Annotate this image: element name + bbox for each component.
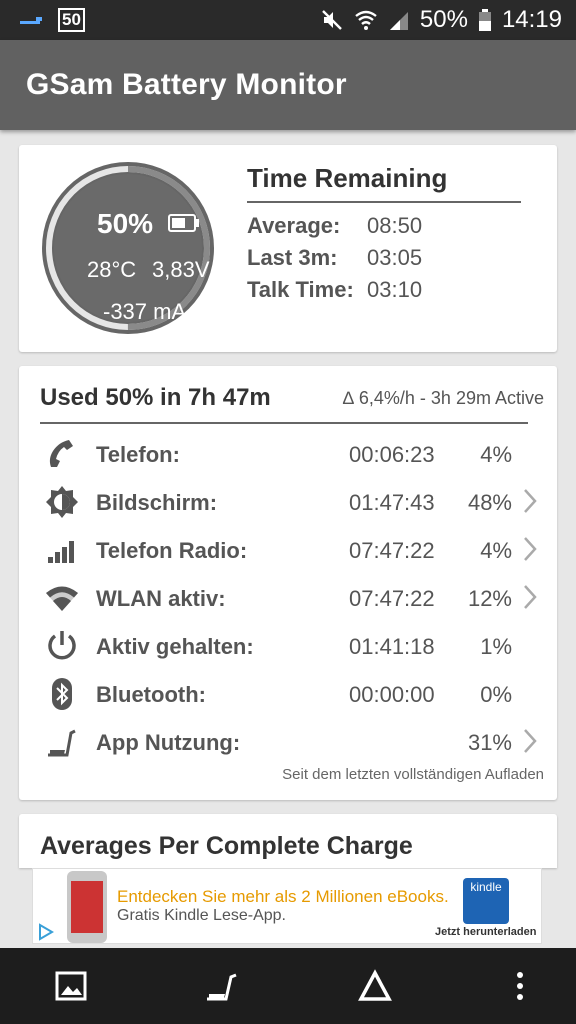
battery-percent: 50%: [97, 208, 154, 239]
averages-card[interactable]: Averages Per Complete Charge: [19, 814, 557, 868]
app-title: GSam Battery Monitor: [26, 68, 347, 101]
usage-label: Bluetooth:: [96, 682, 206, 707]
time-remaining-label: Last 3m:: [247, 245, 338, 270]
usage-row-bluetooth[interactable]: Bluetooth: 00:00:00 0%: [19, 669, 557, 717]
more-vertical-icon[interactable]: [502, 968, 538, 1004]
battery-icon: [168, 214, 200, 237]
usage-percent: 48%: [467, 490, 512, 515]
app-usage-icon: [45, 725, 79, 759]
phone-icon: [45, 437, 79, 471]
battery-summary-card[interactable]: 50% 28°C 3,83V -337 mA Time Remaining Av…: [19, 145, 557, 352]
usage-card: Used 50% in 7h 47m ∆ 6,4%/h - 3h 29m Act…: [19, 366, 557, 800]
ad-info-icon[interactable]: [37, 923, 55, 946]
ad-subline: Gratis Kindle Lese-App.: [117, 907, 286, 924]
wifi-icon: [45, 581, 79, 615]
usage-percent: 4%: [480, 538, 512, 563]
battery-status-icon: [478, 8, 492, 32]
mute-icon: [320, 8, 344, 32]
notification-badge: 50: [58, 8, 85, 32]
time-remaining-value: 03:05: [367, 245, 423, 270]
chevron-right-icon[interactable]: [521, 535, 539, 568]
app-usage-icon[interactable]: [204, 968, 240, 1004]
time-remaining-value: 08:50: [367, 213, 423, 238]
chevron-right-icon[interactable]: [521, 727, 539, 760]
divider: [247, 201, 521, 203]
delta-icon[interactable]: [357, 968, 393, 1004]
usage-time: 07:47:22: [349, 538, 435, 563]
usage-time: 01:41:18: [349, 634, 435, 659]
averages-title: Averages Per Complete Charge: [40, 832, 413, 860]
time-remaining-label: Talk Time:: [247, 277, 354, 302]
usage-footnote: Seit dem letzten vollständigen Aufladen: [282, 766, 544, 783]
time-remaining-title: Time Remaining: [247, 163, 448, 193]
time-remaining-value: 03:10: [367, 277, 423, 302]
divider: [40, 422, 528, 424]
usage-label: WLAN aktiv:: [96, 586, 226, 611]
usage-row-telefon-radio[interactable]: Telefon Radio: 07:47:22 4%: [19, 525, 557, 573]
time-remaining-label: Average:: [247, 213, 341, 238]
usage-label: Telefon:: [96, 442, 180, 467]
ad-brand: kindle: [470, 880, 502, 894]
usage-time: 00:06:23: [349, 442, 435, 467]
power-icon: [45, 629, 79, 663]
kindle-logo-icon: kindle: [463, 878, 509, 924]
ad-phone-image: [67, 871, 107, 943]
usage-label: Aktiv gehalten:: [96, 634, 254, 659]
status-bar: 50 50% 14:19: [0, 0, 576, 40]
usage-row-wlan[interactable]: WLAN aktiv: 07:47:22 12%: [19, 573, 557, 621]
battery-current: -337 mA: [103, 299, 187, 324]
usage-percent: 4%: [480, 442, 512, 467]
cell-signal-icon: [388, 8, 410, 32]
usage-percent: 31%: [467, 730, 512, 755]
usage-rate: ∆ 6,4%/h - 3h 29m Active: [342, 388, 544, 408]
status-time: 14:19: [501, 6, 562, 33]
bottom-navigation: [0, 948, 576, 1024]
usage-row-telefon[interactable]: Telefon: 00:06:23 4%: [19, 429, 557, 477]
usage-time: 00:00:00: [349, 682, 435, 707]
usage-row-aktiv-gehalten[interactable]: Aktiv gehalten: 01:41:18 1%: [19, 621, 557, 669]
battery-temperature: 28°C: [87, 257, 137, 282]
usage-row-app-nutzung[interactable]: App Nutzung: 31%: [19, 717, 557, 765]
usage-time: 07:47:22: [349, 586, 435, 611]
usage-percent: 1%: [480, 634, 512, 659]
usage-percent: 12%: [467, 586, 512, 611]
usage-label: Bildschirm:: [96, 490, 218, 515]
ad-headline: Entdecken Sie mehr als 2 Millionen eBook…: [117, 887, 449, 906]
status-battery-percent: 50%: [419, 6, 468, 33]
usage-title: Used 50% in 7h 47m: [40, 384, 271, 411]
battery-gauge: 50% 28°C 3,83V -337 mA: [41, 161, 215, 335]
app-bar: GSam Battery Monitor: [0, 40, 576, 130]
ad-banner[interactable]: Entdecken Sie mehr als 2 Millionen eBook…: [32, 868, 542, 944]
usage-label: App Nutzung:: [96, 730, 241, 755]
ad-cta-link[interactable]: Jetzt herunterladen: [435, 926, 536, 938]
bluetooth-icon: [45, 677, 79, 711]
chevron-right-icon[interactable]: [521, 583, 539, 616]
image-icon[interactable]: [53, 968, 89, 1004]
usage-time: 01:47:43: [349, 490, 435, 515]
signal-bars-icon: [45, 533, 79, 567]
usage-row-bildschirm[interactable]: Bildschirm: 01:47:43 48%: [19, 477, 557, 525]
wifi-status-icon: [354, 8, 378, 32]
brightness-icon: [45, 485, 79, 519]
chevron-right-icon[interactable]: [521, 487, 539, 520]
usb-debug-icon: [18, 12, 44, 28]
usage-label: Telefon Radio:: [96, 538, 248, 563]
usage-percent: 0%: [480, 682, 512, 707]
battery-voltage: 3,83V: [152, 257, 210, 282]
